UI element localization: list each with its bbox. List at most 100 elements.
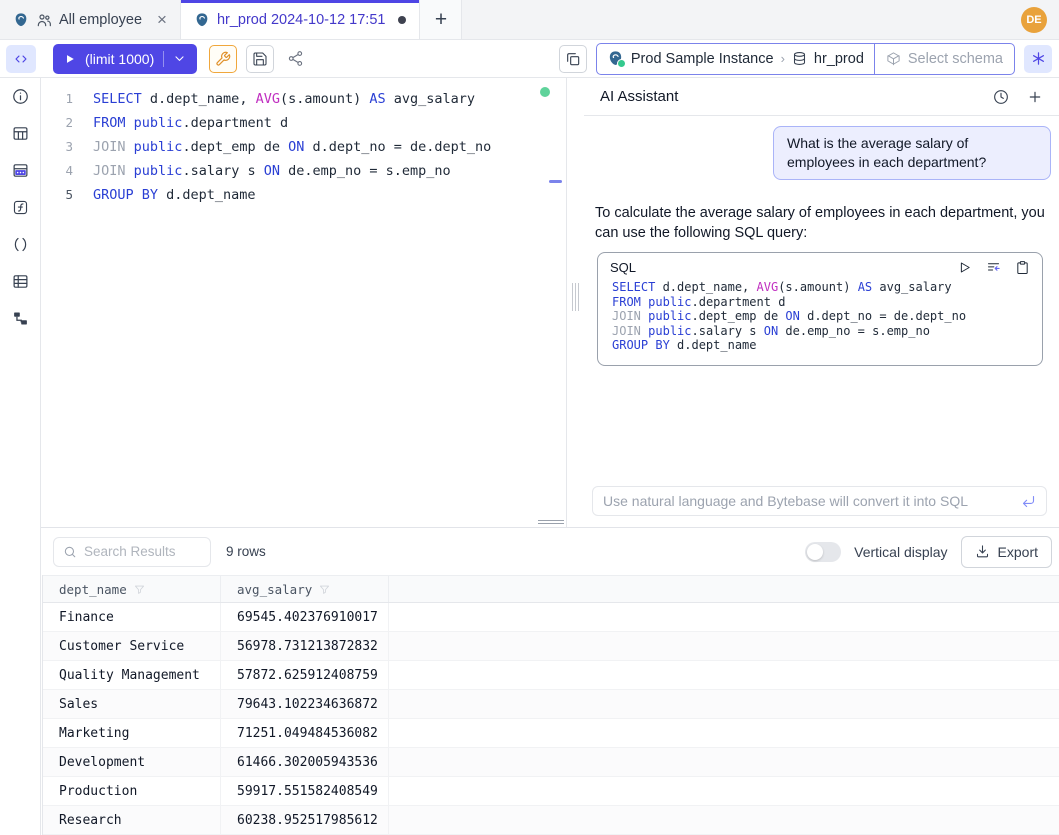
horizontal-resize-handle[interactable]: [538, 520, 564, 524]
table-row[interactable]: Customer Service56978.731213872832: [43, 632, 1059, 661]
table-row[interactable]: Research60238.952517985612: [43, 806, 1059, 835]
submit-return-icon[interactable]: [1021, 494, 1036, 509]
new-tab-button[interactable]: +: [420, 0, 462, 39]
breadcrumb-separator: ›: [781, 51, 785, 66]
ai-chat-area: What is the average salary of employees …: [584, 116, 1059, 486]
toolbar-side-cell: [0, 40, 41, 77]
table-cell[interactable]: Finance: [43, 603, 221, 631]
table-cell[interactable]: Development: [43, 748, 221, 776]
column-header-avg_salary[interactable]: avg_salary: [221, 576, 389, 602]
user-message: What is the average salary of employees …: [773, 126, 1051, 180]
tab-hr-prod[interactable]: hr_prod 2024-10-12 17:51: [181, 0, 421, 39]
copy-code-icon[interactable]: [1015, 260, 1030, 275]
search-results-box: [53, 537, 211, 567]
table-cell[interactable]: 71251.049484536082: [221, 719, 389, 747]
toolbar-right: Prod Sample Instance › hr_prod Select sc…: [559, 43, 1059, 75]
assistant-message: To calculate the average salary of emplo…: [592, 203, 1051, 243]
header-filler: [389, 576, 1059, 602]
sql-editor-mode-button[interactable]: [6, 45, 36, 73]
parentheses-icon: [12, 236, 29, 253]
table-cell[interactable]: 56978.731213872832: [221, 632, 389, 660]
database-name: hr_prod: [814, 51, 864, 67]
table-cell[interactable]: 61466.302005943536: [221, 748, 389, 776]
scrollbar-cursor-marker: [549, 180, 562, 183]
format-sql-button[interactable]: [209, 45, 237, 73]
search-results-input[interactable]: [84, 544, 201, 559]
editor-line[interactable]: 3JOIN public.dept_emp de ON d.dept_no = …: [41, 135, 566, 159]
table-row[interactable]: Finance69545.402376910017: [43, 603, 1059, 632]
ai-assistant-button[interactable]: [1024, 45, 1052, 73]
run-label: (limit 1000): [85, 51, 154, 67]
run-query-button[interactable]: (limit 1000): [53, 44, 197, 74]
run-code-icon[interactable]: [957, 260, 972, 275]
table-row[interactable]: Production59917.551582408549: [43, 777, 1059, 806]
table-cell[interactable]: 60238.952517985612: [221, 806, 389, 834]
instance-database-selector[interactable]: Prod Sample Instance › hr_prod: [597, 44, 874, 74]
table-cell[interactable]: 69545.402376910017: [221, 603, 389, 631]
table-row[interactable]: Quality Management57872.625912408759: [43, 661, 1059, 690]
editor-line[interactable]: 4JOIN public.salary s ON de.emp_no = s.e…: [41, 159, 566, 183]
left-sidebar: [0, 78, 41, 835]
save-sheet-button[interactable]: [246, 45, 274, 73]
sidebar-item-er-diagram[interactable]: [0, 300, 41, 337]
sidebar-item-table[interactable]: [0, 115, 41, 152]
table-header-row: dept_nameavg_salary: [43, 575, 1059, 603]
row-filler: [389, 661, 1059, 689]
editor-line[interactable]: 5GROUP BY d.dept_name: [41, 183, 566, 207]
table-cell[interactable]: Production: [43, 777, 221, 805]
table-cell[interactable]: Sales: [43, 690, 221, 718]
share-button[interactable]: [281, 45, 309, 73]
er-diagram-icon: [12, 310, 29, 327]
tab-all-employee[interactable]: All employee ×: [0, 0, 181, 39]
row-filler: [389, 777, 1059, 805]
code-line: GROUP BY d.dept_name: [612, 338, 1030, 353]
table-cell[interactable]: 59917.551582408549: [221, 777, 389, 805]
column-header-dept_name[interactable]: dept_name: [43, 576, 221, 602]
divider: [163, 51, 164, 67]
vertical-display-toggle[interactable]: [805, 542, 841, 562]
table-cell[interactable]: 79643.102234636872: [221, 690, 389, 718]
table-cell[interactable]: Marketing: [43, 719, 221, 747]
table-cell[interactable]: Quality Management: [43, 661, 221, 689]
unsaved-dot: [398, 16, 406, 24]
sidebar-item-table-rows[interactable]: [0, 263, 41, 300]
sql-editor-app: All employee × hr_prod 2024-10-12 17:51 …: [0, 0, 1059, 835]
connection-picker: Prod Sample Instance › hr_prod Select sc…: [596, 43, 1015, 75]
sidebar-item-function[interactable]: [0, 189, 41, 226]
chevron-down-icon[interactable]: [173, 52, 186, 65]
table-row[interactable]: Marketing71251.049484536082: [43, 719, 1059, 748]
row-filler: [389, 603, 1059, 631]
table-cell[interactable]: Customer Service: [43, 632, 221, 660]
close-icon[interactable]: ×: [157, 11, 167, 28]
editor-line[interactable]: 2FROM public.department d: [41, 111, 566, 135]
editor-line[interactable]: 1SELECT d.dept_name, AVG(s.amount) AS av…: [41, 87, 566, 111]
table-row[interactable]: Development61466.302005943536: [43, 748, 1059, 777]
vertical-display-label: Vertical display: [854, 544, 947, 560]
row-filler: [389, 632, 1059, 660]
code-line: FROM public.department d: [612, 295, 1030, 310]
user-avatar[interactable]: DE: [1021, 7, 1047, 33]
sql-editor[interactable]: 1SELECT d.dept_name, AVG(s.amount) AS av…: [41, 78, 567, 527]
history-clock-icon[interactable]: [993, 89, 1009, 105]
postgres-icon: [13, 12, 29, 28]
new-conversation-icon[interactable]: [1027, 89, 1043, 105]
insert-into-editor-icon[interactable]: [986, 260, 1001, 275]
layout-switch-button[interactable]: [559, 45, 587, 73]
postgres-icon: [607, 50, 624, 67]
line-number: 1: [41, 87, 73, 111]
table-cell[interactable]: 57872.625912408759: [221, 661, 389, 689]
sort-funnel-icon: [319, 584, 330, 595]
table-row[interactable]: Sales79643.102234636872: [43, 690, 1059, 719]
sidebar-item-info[interactable]: [0, 78, 41, 115]
export-button[interactable]: Export: [961, 536, 1052, 568]
schema-selector[interactable]: Select schema: [874, 44, 1014, 74]
sidebar-item-schema-diagram[interactable]: [0, 152, 41, 189]
schema-placeholder: Select schema: [908, 51, 1003, 67]
ai-prompt-input[interactable]: [603, 493, 1013, 509]
table-icon: [12, 125, 29, 142]
ai-input-row: [592, 486, 1047, 516]
vertical-resize-handle[interactable]: [572, 283, 579, 311]
sidebar-item-parentheses[interactable]: [0, 226, 41, 263]
table-cell[interactable]: Research: [43, 806, 221, 834]
instance-name: Prod Sample Instance: [631, 51, 774, 67]
